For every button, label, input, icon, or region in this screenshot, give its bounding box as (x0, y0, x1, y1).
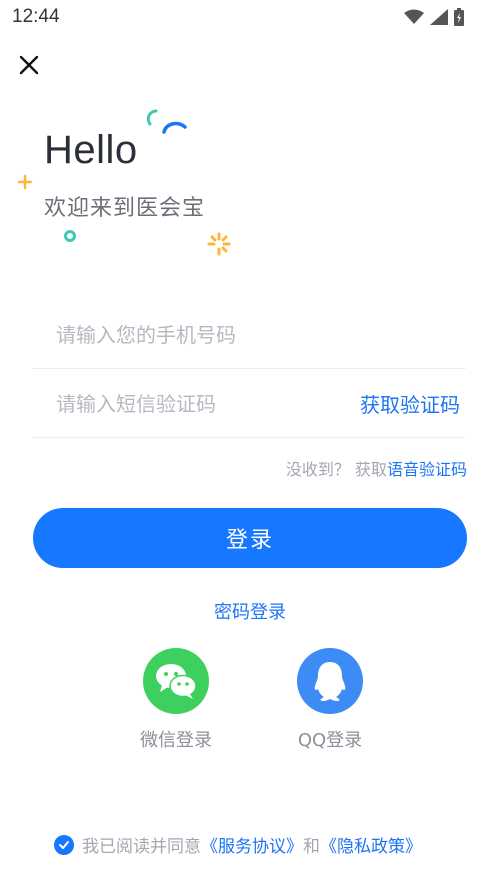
privacy-policy-link[interactable]: 《隐私政策》 (320, 832, 422, 857)
sms-code-field: 获取验证码 (32, 369, 466, 439)
close-icon (19, 55, 39, 75)
password-login-link[interactable]: 密码登录 (214, 602, 286, 623)
greeting-title: Hello (44, 128, 138, 172)
wechat-icon (143, 648, 209, 714)
decorative-ring (64, 230, 76, 242)
wechat-login-label: 微信登录 (140, 730, 212, 751)
agreement-prefix: 我已阅读并同意 (82, 837, 201, 857)
decorative-sparkle (207, 232, 231, 256)
qq-login-label: QQ登录 (297, 730, 363, 751)
phone-input[interactable] (54, 300, 358, 370)
qq-icon (297, 648, 363, 714)
decorative-arc-blue (162, 121, 187, 134)
agreement-and: 和 (303, 837, 320, 857)
get-code-button[interactable]: 获取验证码 (360, 389, 460, 418)
wechat-login-button[interactable]: 微信登录 (116, 648, 236, 752)
sms-code-input[interactable] (54, 369, 358, 439)
status-bar: 12:44 (0, 0, 500, 34)
greeting-subtitle: 欢迎来到医会宝 (44, 196, 206, 221)
voice-code-link[interactable]: 语音验证码 (387, 460, 467, 479)
qq-login-button[interactable]: QQ登录 (270, 648, 390, 752)
check-icon (59, 840, 69, 849)
signal-icon (430, 9, 448, 25)
agreement-row: 我已阅读并同意 《服务协议》和《隐私政策》 (54, 832, 422, 857)
login-button[interactable]: 登录 (33, 508, 467, 568)
voice-code-row: 没收到？ 获取语音验证码 (286, 456, 467, 480)
close-button[interactable] (14, 50, 44, 80)
agreement-checkbox[interactable] (54, 834, 74, 855)
status-time: 12:44 (12, 6, 60, 27)
service-agreement-link[interactable]: 《服务协议》 (201, 832, 303, 857)
decorative-plus (17, 174, 33, 190)
not-received-text: 没收到？ 获取 (285, 460, 387, 479)
password-login-row: 密码登录 (0, 598, 500, 624)
wifi-icon (404, 9, 424, 24)
battery-icon (454, 8, 464, 26)
status-icons (404, 8, 464, 26)
phone-field (32, 300, 466, 370)
